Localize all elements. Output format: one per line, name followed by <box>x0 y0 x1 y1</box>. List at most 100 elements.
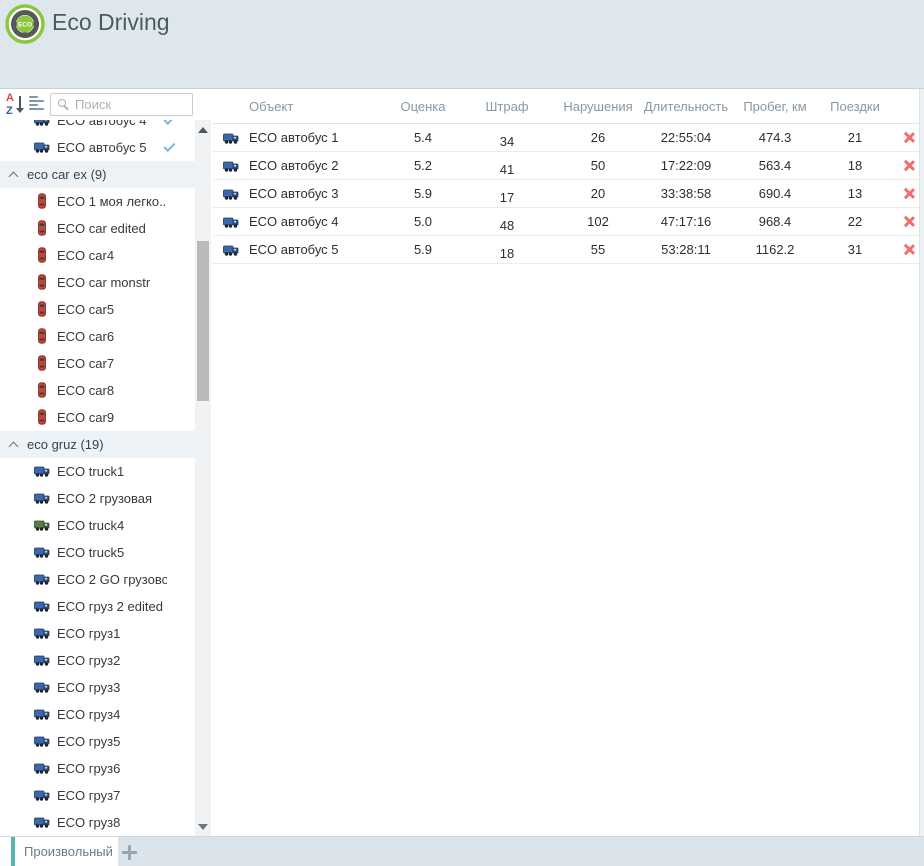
delete-row-icon[interactable] <box>903 187 916 200</box>
scroll-up-button[interactable] <box>195 122 211 138</box>
sidebar-unit-row[interactable]: ECO груз5 <box>0 728 195 755</box>
sidebar-unit-row[interactable]: ECO car6 <box>0 323 195 350</box>
sidebar-unit-row[interactable]: ECO car monstr <box>0 269 195 296</box>
tab-proizvolny[interactable]: Произвольный <box>0 837 118 866</box>
delete-row-icon[interactable] <box>903 215 916 228</box>
unit-label: ECO truck5 <box>57 545 124 560</box>
collapse-chevron-icon[interactable] <box>9 441 19 451</box>
trips-cell: 18 <box>811 158 899 173</box>
sidebar-unit-row[interactable]: ECO truck5 <box>0 539 195 566</box>
column-header-7[interactable]: Поездки <box>811 99 899 114</box>
sidebar-unit-row[interactable]: ECO автобус 4 <box>0 120 195 134</box>
rating-cell: 5.2 <box>395 158 451 173</box>
table-row[interactable]: ECO автобус 25.2415017:22:09563.418 <box>213 152 924 180</box>
table-header: ОбъектОценкаШтрафНарушенияДлительностьПр… <box>213 89 924 124</box>
sidebar-unit-row[interactable]: ECO груз4 <box>0 701 195 728</box>
sidebar-unit-row[interactable]: ECO truck4 <box>0 512 195 539</box>
sidebar-unit-row[interactable]: ECO груз3 <box>0 674 195 701</box>
unit-name-cell: ECO автобус 5 <box>249 242 395 257</box>
selected-check-icon[interactable] <box>163 120 175 125</box>
rating-cell: 5.0 <box>395 214 451 229</box>
column-header-2[interactable]: Оценка <box>395 99 451 114</box>
main-area: A Z ECO автобус 4ECO автобус 5eco car ex… <box>0 88 924 836</box>
truck-blue-icon <box>34 706 50 722</box>
trips-cell: 31 <box>811 242 899 257</box>
mileage-cell: 968.4 <box>739 214 811 229</box>
sidebar-unit-row[interactable]: ECO car edited <box>0 215 195 242</box>
collapse-chevron-icon[interactable] <box>9 171 19 181</box>
car-red-icon <box>34 409 50 425</box>
duration-cell: 17:22:09 <box>633 158 739 173</box>
arrow-down-icon <box>198 824 208 830</box>
unit-name-cell: ECO автобус 2 <box>249 158 395 173</box>
sidebar-unit-row[interactable]: ECO car8 <box>0 377 195 404</box>
eco-driving-table: ОбъектОценкаШтрафНарушенияДлительностьПр… <box>213 89 924 837</box>
column-header-5[interactable]: Длительность <box>633 99 739 114</box>
unit-label: ECO truck1 <box>57 464 124 479</box>
column-header-1[interactable]: Объект <box>249 99 395 114</box>
penalty-cell: 48 <box>451 218 563 233</box>
search-input[interactable] <box>50 93 193 116</box>
sidebar-unit-row[interactable]: ECO груз6 <box>0 755 195 782</box>
selected-check-icon[interactable] <box>163 140 175 152</box>
penalty-cell: 41 <box>451 162 563 177</box>
penalty-cell: 18 <box>451 246 563 261</box>
sidebar-unit-row[interactable]: ECO 1 моя легко... <box>0 188 195 215</box>
delete-row-icon[interactable] <box>903 131 916 144</box>
table-row[interactable]: ECO автобус 45.04810247:17:16968.422 <box>213 208 924 236</box>
sidebar-unit-row[interactable]: ECO груз2 <box>0 647 195 674</box>
sidebar-unit-row[interactable]: ECO груз8 <box>0 809 195 836</box>
sidebar-unit-row[interactable]: ECO car9 <box>0 404 195 431</box>
unit-label: ECO car edited <box>57 221 146 236</box>
group-label: eco gruz (19) <box>27 437 104 452</box>
unit-label: ECO car9 <box>57 410 114 425</box>
column-header-3[interactable]: Штраф <box>451 99 563 114</box>
delete-row-icon[interactable] <box>903 243 916 256</box>
sidebar-unit-row[interactable]: ECO груз1 <box>0 620 195 647</box>
table-row[interactable]: ECO автобус 15.4342622:55:04474.321 <box>213 124 924 152</box>
sidebar-unit-row[interactable]: ECO car5 <box>0 296 195 323</box>
sidebar-unit-row[interactable]: ECO груз 2 edited <box>0 593 195 620</box>
rating-cell: 5.4 <box>395 130 451 145</box>
sidebar-unit-row[interactable]: ECO car4 <box>0 242 195 269</box>
sidebar-group-row[interactable]: eco gruz (19) <box>0 431 195 458</box>
delete-cell <box>899 159 919 172</box>
add-tab-icon[interactable] <box>122 845 137 860</box>
delete-cell <box>899 243 919 256</box>
grouping-list-icon[interactable] <box>29 96 45 112</box>
sidebar-unit-row[interactable]: ECO car7 <box>0 350 195 377</box>
unit-label: ECO груз8 <box>57 815 120 830</box>
table-row[interactable]: ECO автобус 35.9172033:38:58690.413 <box>213 180 924 208</box>
sidebar-unit-row[interactable]: ECO 2 грузовая <box>0 485 195 512</box>
truck-blue-icon <box>34 760 50 776</box>
unit-label: ECO груз1 <box>57 626 120 641</box>
sidebar-unit-row[interactable]: ECO truck1 <box>0 458 195 485</box>
delete-row-icon[interactable] <box>903 159 916 172</box>
truck-blue-icon <box>34 139 50 155</box>
truck-blue-icon <box>213 242 249 258</box>
scroll-down-button[interactable] <box>195 819 211 835</box>
unit-label: ECO car6 <box>57 329 114 344</box>
sort-az-icon[interactable]: A Z <box>6 94 26 116</box>
mileage-cell: 1162.2 <box>739 242 811 257</box>
unit-label: ECO 2 грузовая <box>57 491 152 506</box>
sidebar-unit-row[interactable]: ECO 2 GO грузовой <box>0 566 195 593</box>
column-header-4[interactable]: Нарушения <box>563 99 633 114</box>
sidebar-group-row[interactable]: eco car ex (9) <box>0 161 195 188</box>
scrollbar-thumb[interactable] <box>197 241 209 401</box>
trips-cell: 13 <box>811 186 899 201</box>
sidebar-unit-row[interactable]: ECO груз7 <box>0 782 195 809</box>
column-header-6[interactable]: Пробег, км <box>739 99 811 114</box>
mileage-cell: 474.3 <box>739 130 811 145</box>
car-red-icon <box>34 355 50 371</box>
search-box <box>50 93 193 116</box>
sidebar-unit-row[interactable]: ECO автобус 5 <box>0 134 195 161</box>
table-body: ECO автобус 15.4342622:55:04474.321ECO а… <box>213 124 924 264</box>
sidebar-scrollbar[interactable] <box>195 120 211 837</box>
unit-name-cell: ECO автобус 1 <box>249 130 395 145</box>
unit-label: ECO 1 моя легко... <box>57 194 167 209</box>
table-scrollbar-track[interactable] <box>919 89 924 837</box>
truck-blue-icon <box>34 679 50 695</box>
duration-cell: 22:55:04 <box>633 130 739 145</box>
table-row[interactable]: ECO автобус 55.9185553:28:111162.231 <box>213 236 924 264</box>
